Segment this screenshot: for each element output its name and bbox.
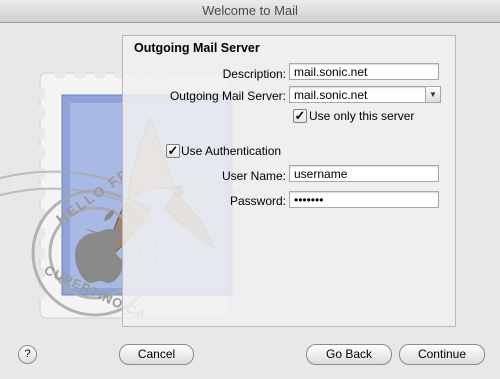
outgoing-server-value: mail.sonic.net [294, 88, 368, 102]
outgoing-server-label: Outgoing Mail Server: [169, 89, 286, 103]
password-label: Password: [229, 194, 286, 208]
use-authentication-checkbox[interactable]: ✓ [166, 144, 180, 158]
username-field[interactable]: username [289, 165, 439, 182]
window-title: Welcome to Mail [0, 0, 500, 23]
panel-heading: Outgoing Mail Server [134, 41, 260, 55]
username-label: User Name: [221, 169, 286, 183]
cancel-button[interactable]: Cancel [119, 344, 194, 365]
use-only-server-checkbox[interactable]: ✓ [293, 109, 307, 123]
go-back-button[interactable]: Go Back [306, 344, 392, 365]
dropdown-arrow-icon[interactable]: ▼ [425, 87, 440, 102]
description-label: Description: [222, 67, 286, 81]
outgoing-server-panel: Outgoing Mail Server Description: mail.s… [122, 35, 456, 327]
mail-setup-window: Welcome to Mail HELLO FR CUPERTINO CA Ou… [0, 0, 500, 379]
outgoing-server-combo[interactable]: mail.sonic.net ▼ [289, 86, 441, 103]
continue-button[interactable]: Continue [399, 344, 485, 365]
password-field[interactable]: ••••••• [289, 191, 439, 208]
use-only-server-label: Use only this server [309, 109, 415, 123]
help-button[interactable]: ? [18, 345, 37, 364]
description-field[interactable]: mail.sonic.net [289, 63, 439, 80]
use-authentication-label: Use Authentication [181, 144, 282, 158]
